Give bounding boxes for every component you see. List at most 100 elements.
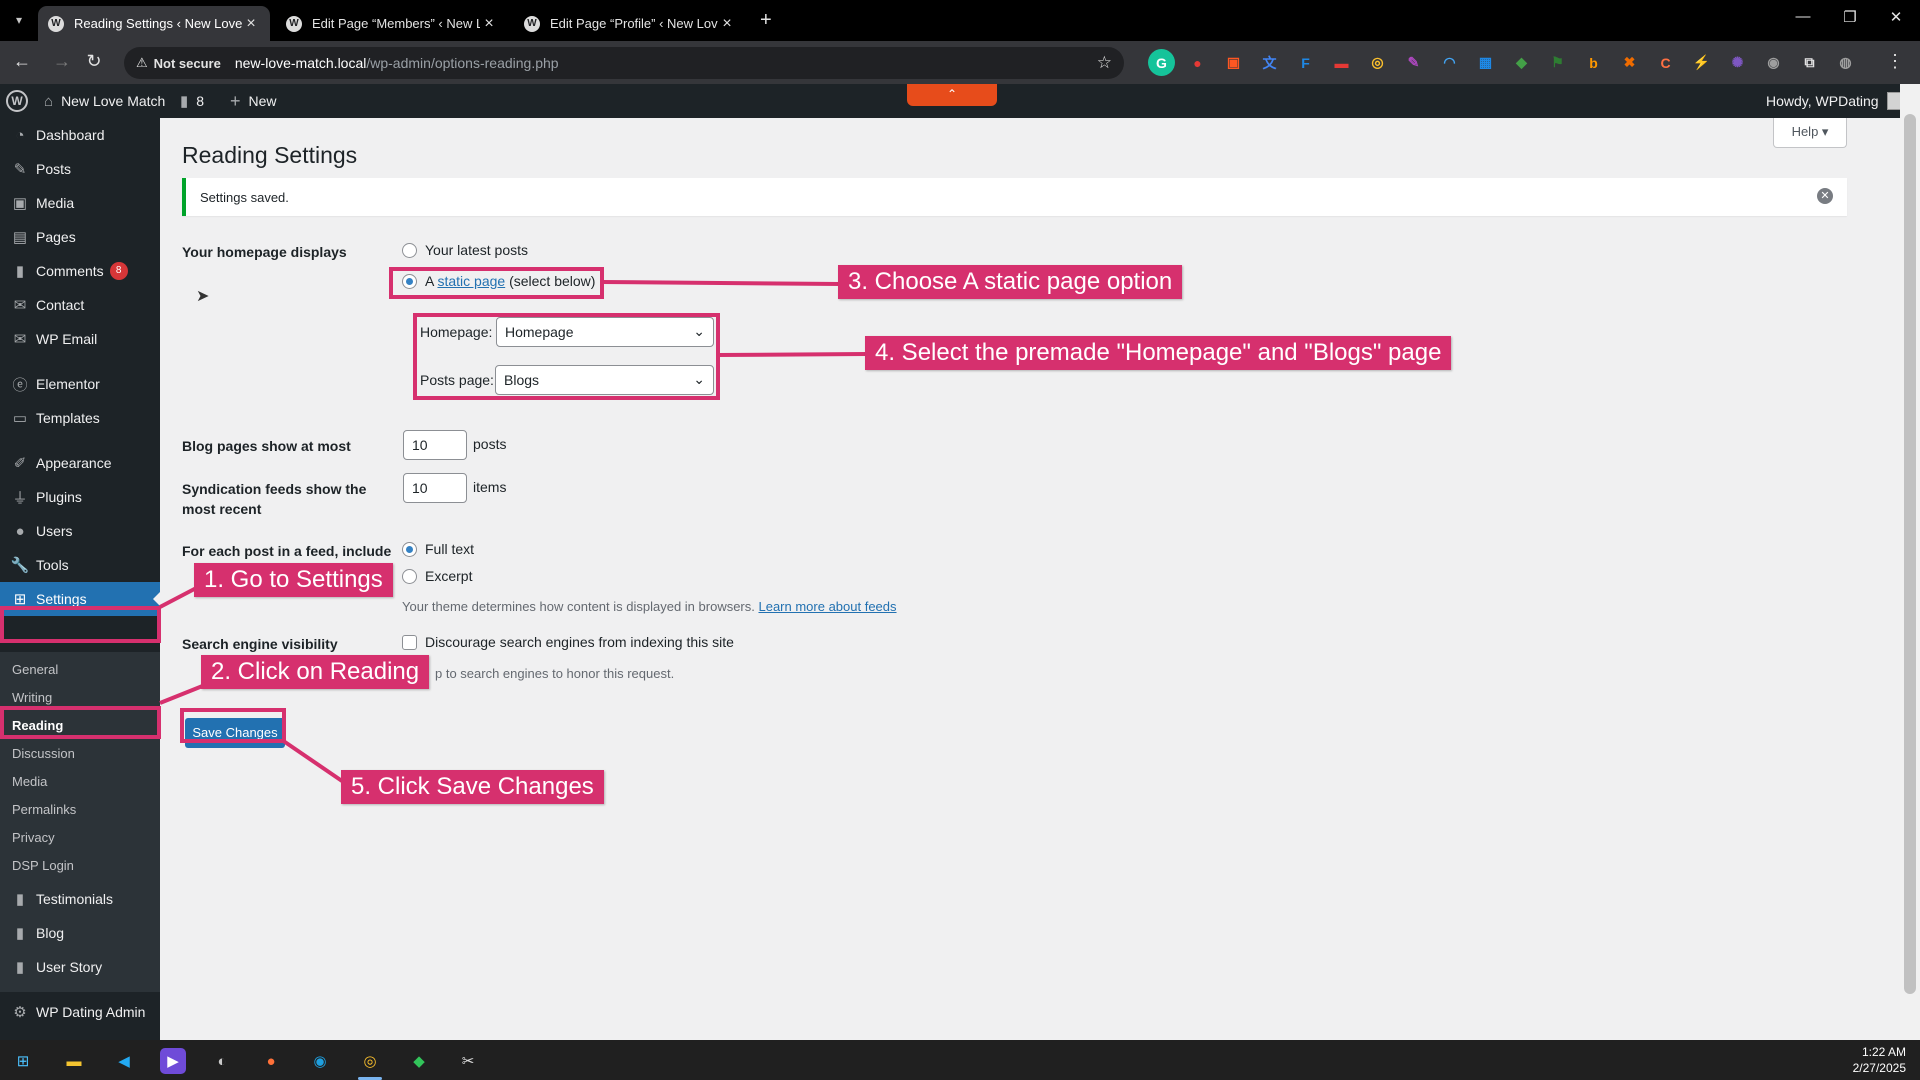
gear-extension-icon[interactable]: ✺ <box>1724 49 1751 76</box>
tab-close-icon[interactable]: × <box>480 15 498 33</box>
site-name-link[interactable]: ⌂ New Love Match <box>44 84 165 118</box>
sidebar-item-posts[interactable]: ✎ Posts <box>0 152 160 186</box>
sidebar-item-dashboard[interactable]: ◔ Dashboard <box>0 118 160 152</box>
font-extension-icon[interactable]: F <box>1292 49 1319 76</box>
shield-extension-icon[interactable]: ● <box>1184 49 1211 76</box>
edge-icon[interactable]: ◉ <box>307 1048 333 1074</box>
puzzle-extensions-icon[interactable]: ⧉ <box>1796 49 1823 76</box>
forward-arrow-icon[interactable]: → <box>50 51 74 72</box>
sidebar-item-users[interactable]: ● Users <box>0 514 160 548</box>
sidebar-item-templates[interactable]: ▭ Templates <box>0 401 160 435</box>
lightning-extension-icon[interactable]: ⚡ <box>1688 49 1715 76</box>
new-content-link[interactable]: + New <box>230 84 277 118</box>
screenshot-extension-icon[interactable]: ▣ <box>1220 49 1247 76</box>
submenu-item-general[interactable]: General <box>12 662 58 677</box>
submenu-item-dsp-login[interactable]: DSP Login <box>12 858 74 873</box>
bookmark-star-icon[interactable]: ☆ <box>1097 53 1112 73</box>
snipping-tool-icon[interactable]: ✂ <box>455 1048 481 1074</box>
reload-icon[interactable]: ↻ <box>82 51 106 72</box>
chrome-icon[interactable]: ◎ <box>357 1048 383 1074</box>
new-tab-button[interactable]: + <box>760 9 772 32</box>
flag-extension-icon[interactable]: ⚑ <box>1544 49 1571 76</box>
tab-search-chevron-icon[interactable]: ▾ <box>8 9 30 31</box>
excerpt-option[interactable]: Excerpt <box>402 568 472 584</box>
vscode-icon[interactable]: ◀ <box>111 1048 137 1074</box>
bolt-orange-extension-icon[interactable]: b <box>1580 49 1607 76</box>
submenu-item-writing[interactable]: Writing <box>12 690 52 705</box>
feed-content-label: For each post in a feed, include <box>182 543 392 559</box>
system-clock[interactable]: 1:22 AM 2/27/2025 <box>1853 1044 1906 1076</box>
file-explorer-icon[interactable]: ▬ <box>61 1048 87 1074</box>
help-tab-button[interactable]: Help ▾ <box>1773 118 1847 148</box>
full-text-label: Full text <box>425 541 475 557</box>
sidebar-item-contact[interactable]: ✉ Contact <box>0 288 160 322</box>
sidebar-item-user-story[interactable]: ▮ User Story <box>0 950 160 984</box>
tools-extension-icon[interactable]: ✖ <box>1616 49 1643 76</box>
latest-posts-option[interactable]: Your latest posts <box>402 242 528 258</box>
address-bar[interactable]: ⚠ Not secure new-love-match.local/wp-adm… <box>124 47 1124 79</box>
sidebar-item-elementor[interactable]: ⓔ Elementor <box>0 367 160 401</box>
sidebar-item-pages[interactable]: ▤ Pages <box>0 220 160 254</box>
sidebar-item-plugins[interactable]: ⏚ Plugins <box>0 480 160 514</box>
profile-avatar-icon[interactable]: ◍ <box>1832 49 1859 76</box>
pen-extension-icon[interactable]: ✎ <box>1400 49 1427 76</box>
browser-menu-icon[interactable]: ⋮ <box>1886 51 1904 72</box>
wp-logo-button[interactable]: W <box>6 84 28 118</box>
browser-tab-edit-profile[interactable]: W Edit Page “Profile” ‹ New Love M × <box>514 6 746 41</box>
sidebar-item-blog[interactable]: ▮ Blog <box>0 916 160 950</box>
localwp-icon[interactable]: ◆ <box>406 1048 432 1074</box>
comments-link[interactable]: ▮ 8 <box>180 84 204 118</box>
submenu-item-media[interactable]: Media <box>12 774 47 789</box>
circle-extension-icon[interactable]: ◉ <box>1760 49 1787 76</box>
comment-icon: ▮ <box>15 891 25 908</box>
my-account-link[interactable]: Howdy, WPDating <box>1766 84 1905 118</box>
excerpt-radio[interactable] <box>402 568 417 584</box>
dashboard-icon: ◔ <box>15 126 25 144</box>
windows-start-icon[interactable]: ⊞ <box>10 1048 36 1074</box>
c-extension-icon[interactable]: C <box>1652 49 1679 76</box>
sidebar-item-tools[interactable]: 🔧 Tools <box>0 548 160 582</box>
elementor-toggle-icon[interactable]: ⌃ <box>907 84 997 106</box>
tab-close-icon[interactable]: × <box>242 15 260 33</box>
translate-extension-icon[interactable]: 文 <box>1256 49 1283 76</box>
media-app-icon[interactable]: ▶ <box>160 1048 186 1074</box>
leaf-extension-icon[interactable]: ◆ <box>1508 49 1535 76</box>
tab-close-icon[interactable]: × <box>718 15 736 33</box>
back-arrow-icon[interactable]: ← <box>10 51 34 72</box>
red-bar-extension-icon[interactable]: ▬ <box>1328 49 1355 76</box>
comments-count: 8 <box>196 93 205 109</box>
minimize-icon[interactable]: — <box>1783 8 1823 25</box>
sidebar-item-testimonials[interactable]: ▮ Testimonials <box>0 882 160 916</box>
grammarly-extension-icon[interactable]: G <box>1148 49 1175 76</box>
restore-icon[interactable]: ❐ <box>1830 8 1870 26</box>
sidebar-item-media[interactable]: ▣ Media <box>0 186 160 220</box>
arc-extension-icon[interactable]: ◠ <box>1436 49 1463 76</box>
grid-extension-icon[interactable]: ▦ <box>1472 49 1499 76</box>
scrollbar-thumb[interactable] <box>1904 114 1916 994</box>
learn-more-feeds-link[interactable]: Learn more about feeds <box>758 599 896 614</box>
feed-items-input[interactable]: 10 <box>403 473 467 503</box>
full-text-radio[interactable] <box>402 541 417 557</box>
sidebar-item-label: Posts <box>36 161 72 177</box>
discourage-search-option[interactable]: Discourage search engines from indexing … <box>402 634 734 650</box>
settings-highlight-box <box>0 606 161 643</box>
submenu-item-permalinks[interactable]: Permalinks <box>12 802 76 817</box>
sidebar-item-appearance[interactable]: ✐ Appearance <box>0 446 160 480</box>
latest-posts-radio[interactable] <box>402 242 417 258</box>
chrome-like-extension-icon[interactable]: ◎ <box>1364 49 1391 76</box>
discourage-search-checkbox[interactable] <box>402 634 417 650</box>
posts-per-page-input[interactable]: 10 <box>403 430 467 460</box>
sidebar-item-wp-email[interactable]: ✉ WP Email <box>0 322 160 356</box>
submenu-item-privacy[interactable]: Privacy <box>12 830 55 845</box>
window-close-icon[interactable]: ✕ <box>1876 8 1916 26</box>
full-text-option[interactable]: Full text <box>402 541 474 557</box>
dismiss-icon[interactable]: ✕ <box>1817 188 1833 204</box>
sidebar-item-comments[interactable]: ▮ Comments 8 <box>0 254 160 288</box>
submenu-item-discussion[interactable]: Discussion <box>12 746 75 761</box>
firefox-icon[interactable]: ● <box>258 1048 284 1074</box>
page-scrollbar[interactable] <box>1900 84 1920 1040</box>
browser-tab-reading-settings[interactable]: W Reading Settings ‹ New Love M × <box>38 6 270 41</box>
game-app-icon[interactable]: ◐ <box>209 1048 235 1074</box>
browser-tab-edit-members[interactable]: W Edit Page “Members” ‹ New Lo × <box>276 6 508 41</box>
sidebar-item-wp-dating-admin[interactable]: ⚙ WP Dating Admin <box>0 995 160 1029</box>
